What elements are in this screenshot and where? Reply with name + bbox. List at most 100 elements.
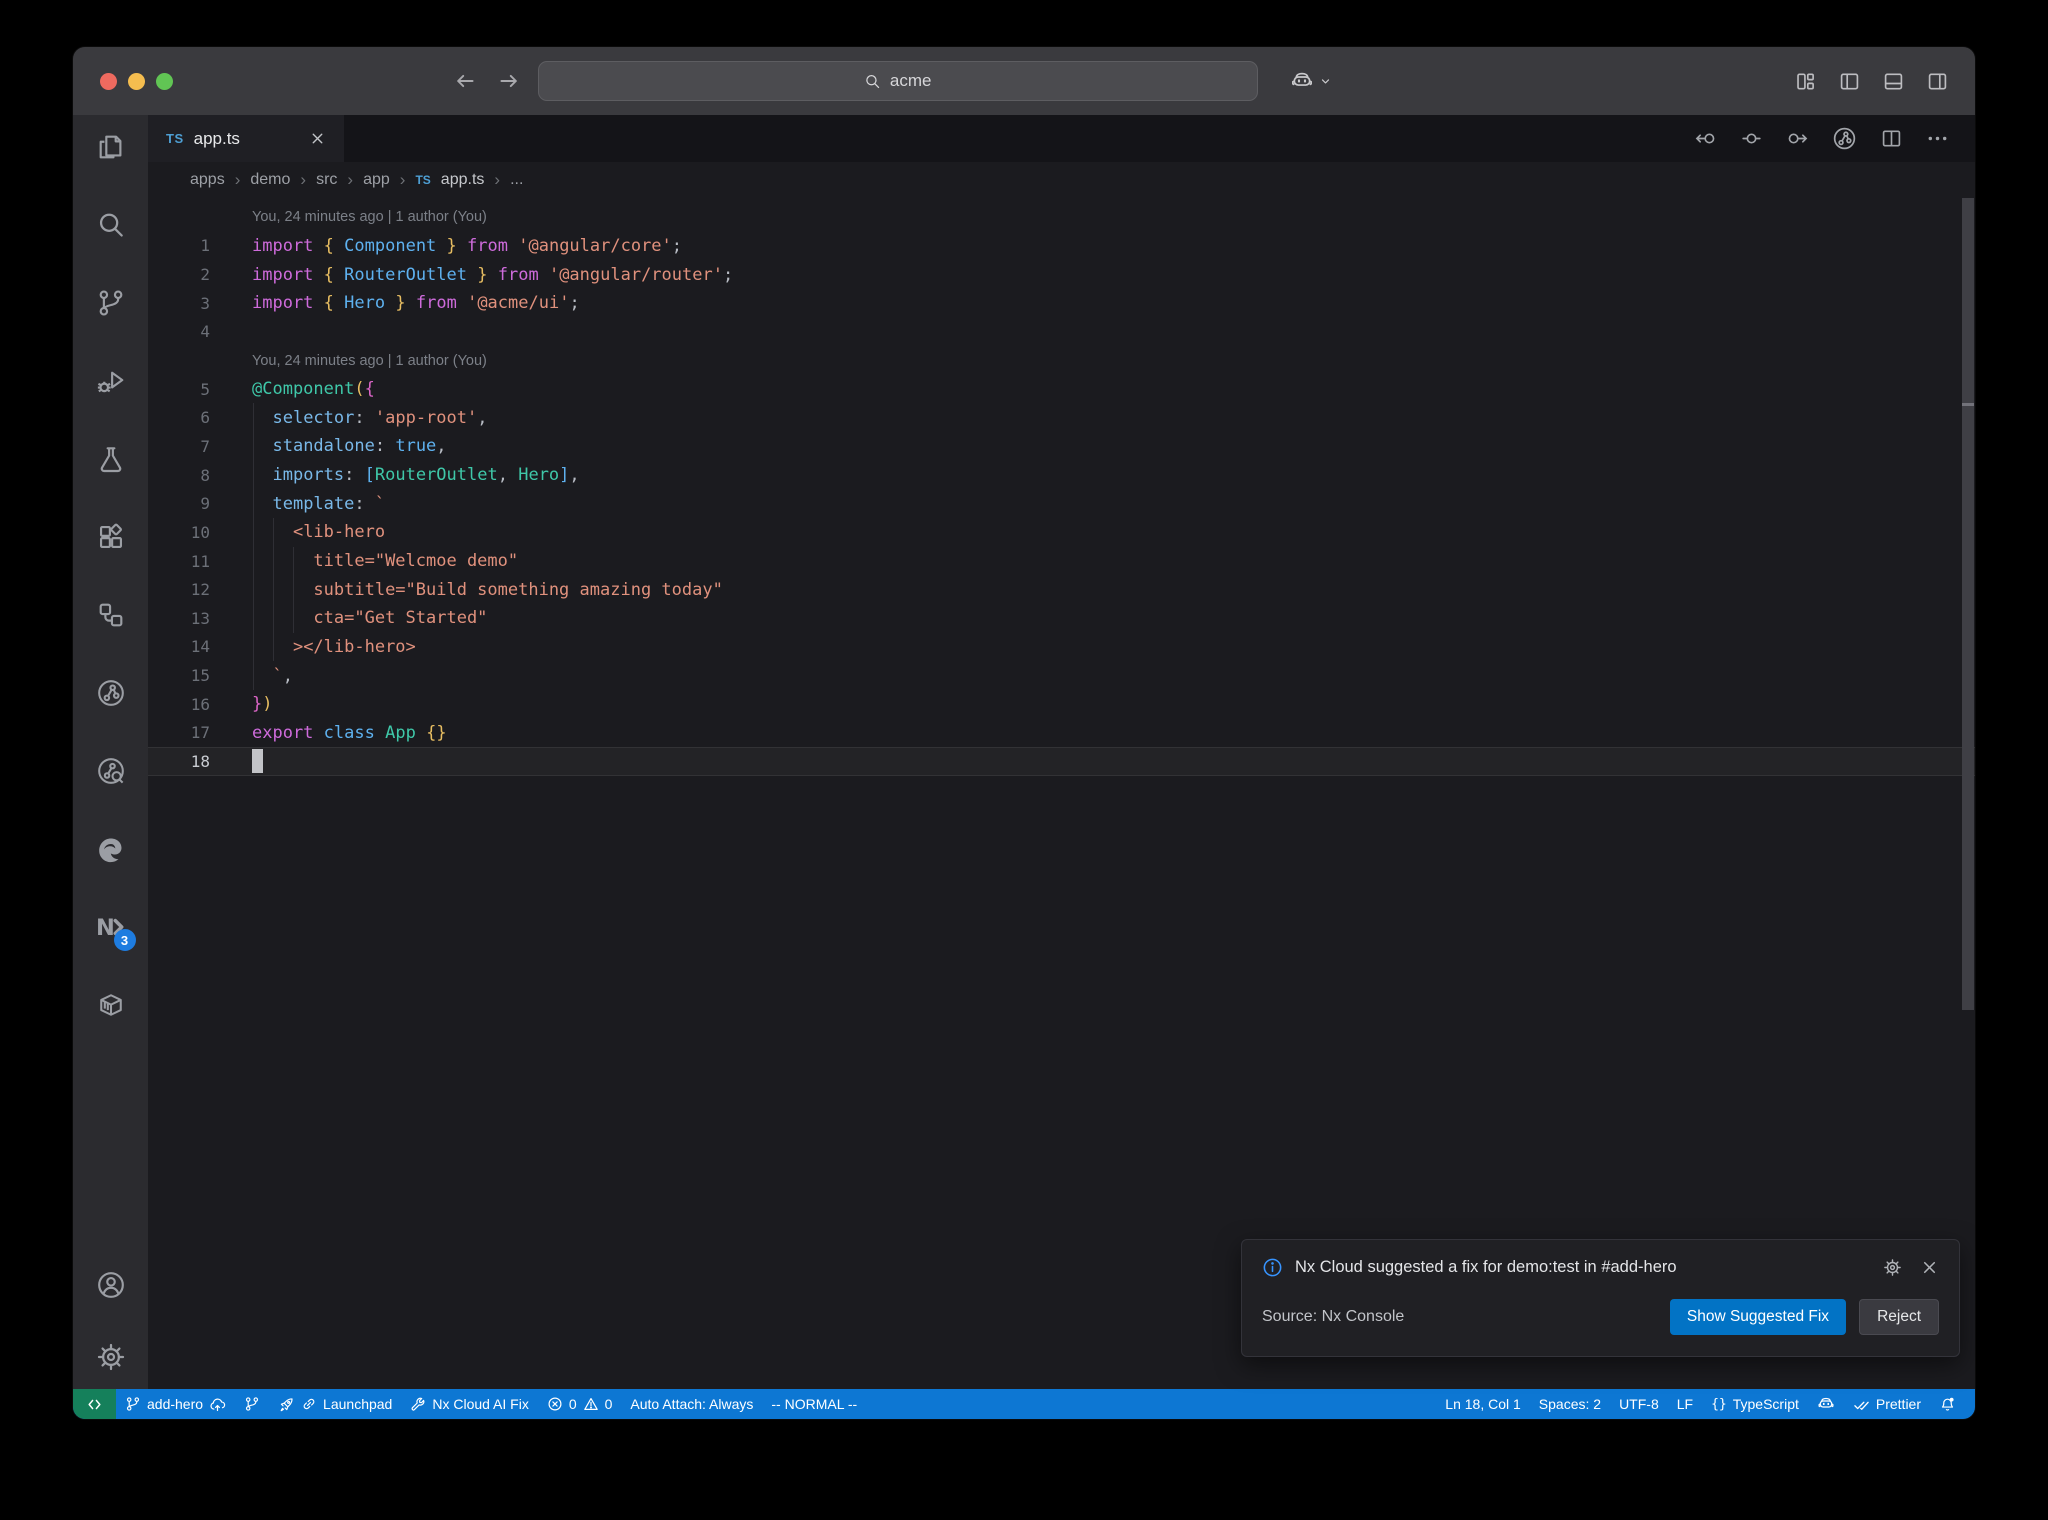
- code-line-15[interactable]: 15 `,: [148, 661, 1975, 690]
- code-line-17[interactable]: 17 export class App {}: [148, 719, 1975, 748]
- close-tab-icon[interactable]: [309, 130, 326, 147]
- code-line-2[interactable]: 2 import { RouterOutlet } from '@angular/…: [148, 260, 1975, 289]
- line-number[interactable]: 17: [148, 723, 210, 742]
- toggle-panel-button[interactable]: [1882, 70, 1905, 93]
- line-number[interactable]: 15: [148, 666, 210, 685]
- previous-change-icon[interactable]: [1694, 127, 1717, 150]
- extensions-icon[interactable]: [95, 521, 127, 553]
- auto-attach-item[interactable]: Auto Attach: Always: [621, 1389, 762, 1419]
- git-branch-item[interactable]: add-hero: [116, 1389, 235, 1419]
- indentation-item[interactable]: Spaces: 2: [1530, 1389, 1610, 1419]
- code-line-3[interactable]: 3 import { Hero } from '@acme/ui';: [148, 289, 1975, 318]
- code-line-10[interactable]: 10 <lib-hero: [148, 518, 1975, 547]
- breadcrumb-file[interactable]: app.ts: [441, 171, 485, 189]
- line-number[interactable]: 6: [148, 408, 210, 427]
- line-number[interactable]: 2: [148, 265, 210, 284]
- code-line-13[interactable]: 13 cta="Get Started": [148, 603, 1975, 633]
- code-line-9[interactable]: 9 template: `: [148, 489, 1975, 519]
- line-number[interactable]: 8: [148, 466, 210, 485]
- line-number[interactable]: 13: [148, 609, 210, 628]
- notification-close-icon[interactable]: [1920, 1258, 1939, 1277]
- source-control-icon[interactable]: [95, 287, 127, 319]
- line-number[interactable]: 3: [148, 294, 210, 313]
- line-number[interactable]: 1: [148, 236, 210, 255]
- run-debug-icon[interactable]: [95, 365, 127, 397]
- breadcrumb-item[interactable]: app: [363, 171, 390, 189]
- line-number[interactable]: 16: [148, 695, 210, 714]
- line-number[interactable]: 11: [148, 552, 210, 571]
- nx-run-icon[interactable]: [1832, 126, 1857, 151]
- more-actions-icon[interactable]: [1926, 127, 1949, 150]
- cursor-position-item[interactable]: Ln 18, Col 1: [1436, 1389, 1530, 1419]
- line-number[interactable]: 5: [148, 380, 210, 399]
- container-icon[interactable]: [95, 989, 127, 1021]
- encoding-item[interactable]: UTF-8: [1610, 1389, 1668, 1419]
- launchpad-item[interactable]: Launchpad: [269, 1389, 401, 1419]
- zoom-window-button[interactable]: [156, 72, 173, 90]
- next-change-icon[interactable]: [1786, 127, 1809, 150]
- code-line-14[interactable]: 14 ></lib-hero>: [148, 632, 1975, 662]
- notifications-bell-item[interactable]: [1930, 1389, 1965, 1419]
- history-back-icon[interactable]: [454, 70, 476, 92]
- toggle-secondary-sidebar-button[interactable]: [1926, 70, 1949, 93]
- language-item[interactable]: {} TypeScript: [1702, 1389, 1808, 1419]
- history-forward-icon[interactable]: [498, 70, 520, 92]
- blame-annotation[interactable]: You, 24 minutes ago | 1 author (You): [148, 203, 1975, 232]
- line-number[interactable]: 10: [148, 523, 210, 542]
- code-line-12[interactable]: 12 subtitle="Build something amazing tod…: [148, 575, 1975, 604]
- notification-settings-icon[interactable]: [1883, 1258, 1902, 1277]
- split-editor-icon[interactable]: [1880, 127, 1903, 150]
- breadcrumb-item[interactable]: src: [316, 171, 337, 189]
- accounts-icon[interactable]: [95, 1269, 127, 1301]
- customize-layout-button[interactable]: [1794, 70, 1817, 93]
- scrollbar-thumb[interactable]: [1962, 198, 1974, 1010]
- close-window-button[interactable]: [100, 72, 117, 90]
- code-line-18[interactable]: 18: [148, 747, 1975, 776]
- blame-text[interactable]: You, 24 minutes ago | 1 author (You): [252, 353, 487, 369]
- minimize-window-button[interactable]: [128, 72, 145, 90]
- toggle-primary-sidebar-button[interactable]: [1838, 70, 1861, 93]
- code-line-1[interactable]: 1 import { Component } from '@angular/cor…: [148, 232, 1975, 261]
- copilot-status-item[interactable]: [1808, 1389, 1844, 1419]
- code-line-16[interactable]: 16}): [148, 690, 1975, 719]
- problems-item[interactable]: 0 0: [538, 1389, 622, 1419]
- current-change-icon[interactable]: [1740, 127, 1763, 150]
- manage-gear-icon[interactable]: [95, 1341, 127, 1373]
- breadcrumb-item[interactable]: apps: [190, 171, 225, 189]
- project-graph-icon[interactable]: [95, 677, 127, 709]
- git-graph-item[interactable]: [235, 1389, 269, 1419]
- code-line-6[interactable]: 6 selector: 'app-root',: [148, 403, 1975, 433]
- line-number[interactable]: 18: [148, 752, 210, 771]
- line-number[interactable]: 4: [148, 322, 210, 341]
- line-number[interactable]: 7: [148, 437, 210, 456]
- copilot-menu-button[interactable]: [1290, 69, 1333, 93]
- search-view-icon[interactable]: [95, 209, 127, 241]
- eol-item[interactable]: LF: [1668, 1389, 1702, 1419]
- nx-console-icon[interactable]: 3: [95, 911, 136, 951]
- reject-button[interactable]: Reject: [1859, 1299, 1939, 1335]
- explorer-icon[interactable]: [95, 131, 127, 163]
- breadcrumb-item[interactable]: demo: [250, 171, 290, 189]
- blame-text[interactable]: You, 24 minutes ago | 1 author (You): [252, 209, 487, 225]
- show-suggested-fix-button[interactable]: Show Suggested Fix: [1669, 1299, 1847, 1335]
- remote-indicator[interactable]: [73, 1389, 116, 1419]
- command-center-search[interactable]: acme: [537, 61, 1258, 101]
- testing-icon[interactable]: [95, 443, 127, 475]
- line-number[interactable]: 14: [148, 637, 210, 656]
- references-icon[interactable]: [95, 599, 127, 631]
- nx-cloud-fix-item[interactable]: Nx Cloud AI Fix: [401, 1389, 537, 1419]
- breadcrumb-more[interactable]: ...: [510, 171, 523, 189]
- code-line-5[interactable]: 5 @Component({: [148, 375, 1975, 404]
- line-number[interactable]: 9: [148, 494, 210, 513]
- code-editor[interactable]: You, 24 minutes ago | 1 author (You) 1 imp…: [148, 198, 1975, 1389]
- tab-app-ts[interactable]: TS app.ts: [148, 115, 344, 162]
- vim-mode-item[interactable]: -- NORMAL --: [762, 1389, 866, 1419]
- graph-explorer-icon[interactable]: [95, 755, 127, 787]
- code-line-7[interactable]: 7 standalone: true,: [148, 432, 1975, 461]
- edge-browser-icon[interactable]: [95, 833, 127, 865]
- code-line-11[interactable]: 11 title="Welcmoe demo": [148, 546, 1975, 576]
- line-number[interactable]: 12: [148, 580, 210, 599]
- blame-annotation[interactable]: You, 24 minutes ago | 1 author (You): [148, 346, 1975, 375]
- code-line-4[interactable]: 4: [148, 318, 1975, 347]
- code-line-8[interactable]: 8 imports: [RouterOutlet, Hero],: [148, 460, 1975, 490]
